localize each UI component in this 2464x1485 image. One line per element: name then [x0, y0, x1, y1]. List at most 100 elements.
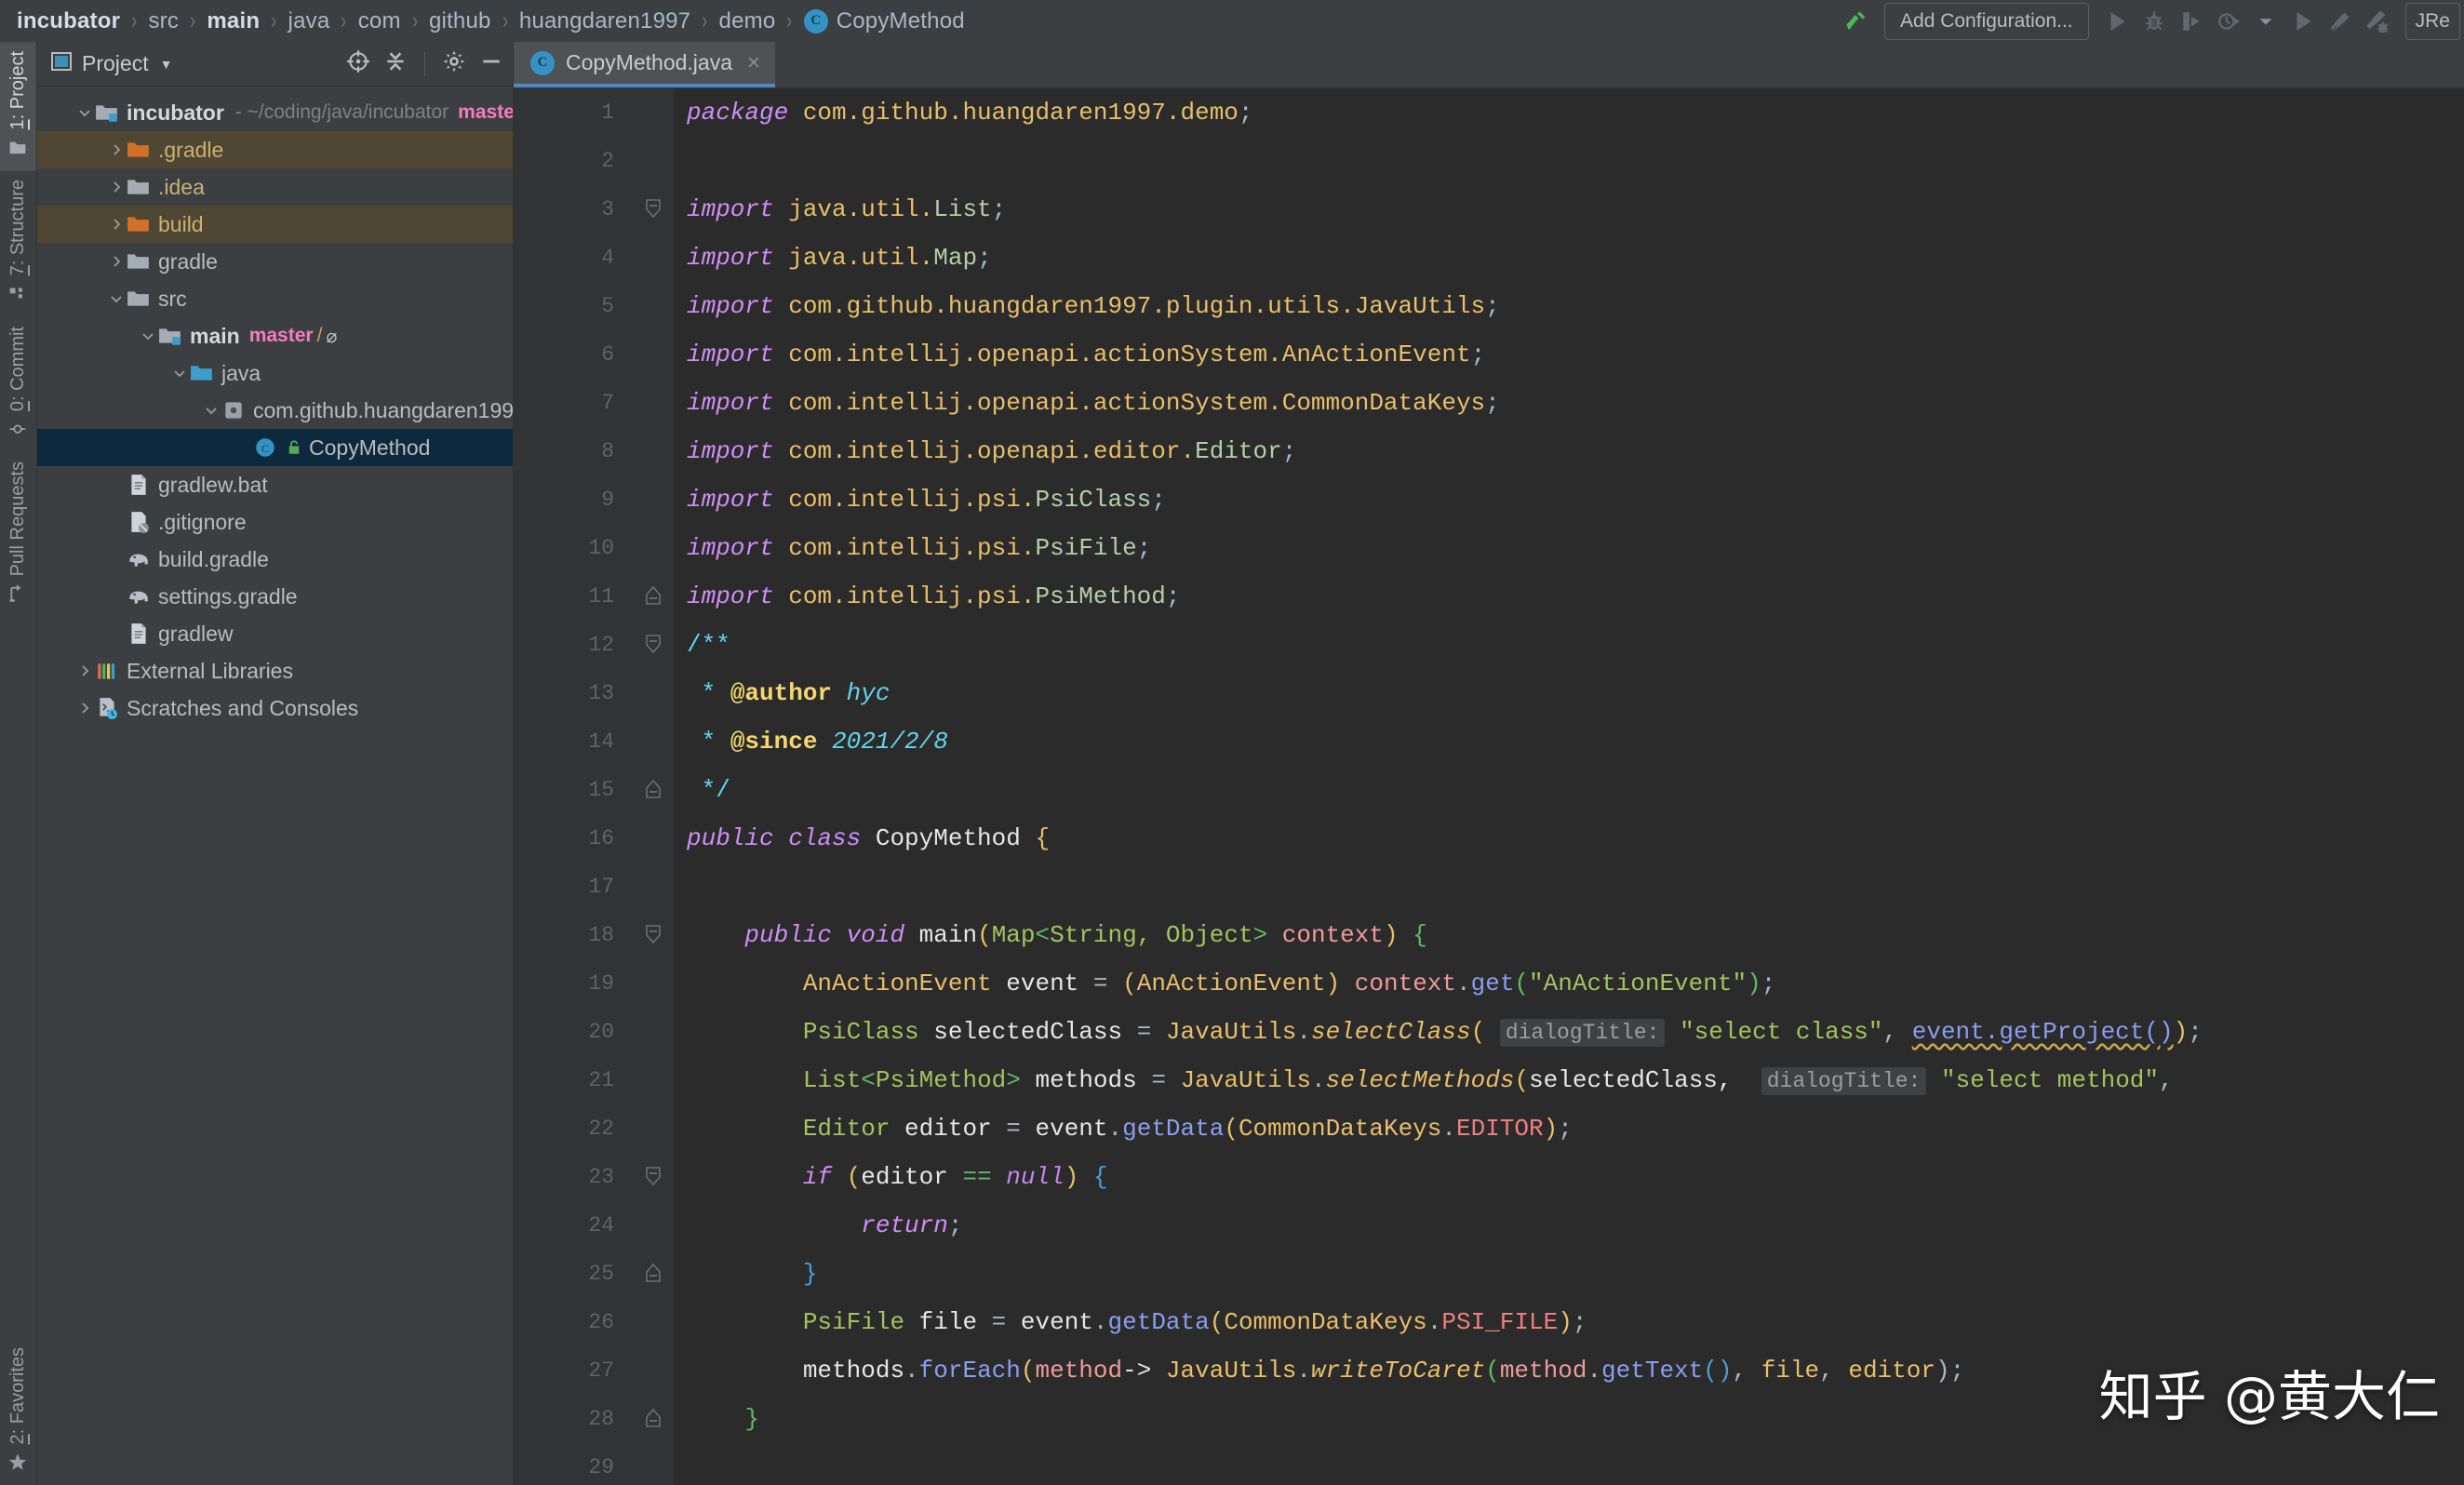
- tree-node-build[interactable]: build: [37, 206, 513, 243]
- code-line[interactable]: PsiFile file = event.getData(CommonDataK…: [687, 1298, 2464, 1346]
- tree-node-incubator[interactable]: incubator - ~/coding/java/incubator master…: [37, 94, 513, 131]
- line-number[interactable]: 29: [514, 1443, 635, 1485]
- line-number-gutter[interactable]: 1 2 3 4 5 6 7 8 9 10 11 12 13 14 15 16 17 18 19 20 21 22 23 24 2…: [514, 88, 635, 1485]
- code-line[interactable]: return;: [687, 1201, 2464, 1250]
- line-number[interactable]: 28: [514, 1395, 635, 1443]
- fold-expanded-icon[interactable]: [642, 633, 666, 657]
- jre-selector-button[interactable]: JRe: [2404, 2, 2460, 40]
- chevron-right-icon[interactable]: [106, 177, 127, 197]
- code-line[interactable]: import java.util.List;: [687, 185, 2464, 234]
- code-line[interactable]: [687, 863, 2464, 911]
- code-line[interactable]: import com.intellij.openapi.actionSystem…: [687, 330, 2464, 379]
- code-line[interactable]: }: [687, 1250, 2464, 1298]
- tree-node--gradle[interactable]: .gradle: [37, 131, 513, 168]
- build-project-icon[interactable]: [2322, 3, 2359, 40]
- line-number[interactable]: 10: [514, 524, 635, 572]
- code-line[interactable]: methods.forEach(method-> JavaUtils.write…: [687, 1346, 2464, 1395]
- tree-node-settings-gradle[interactable]: settings.gradle: [37, 578, 513, 615]
- fold-end-icon[interactable]: [642, 1262, 666, 1286]
- fold-expanded-icon[interactable]: [642, 197, 666, 221]
- line-number[interactable]: 2: [514, 137, 635, 185]
- tree-node-external-libraries[interactable]: External Libraries: [37, 652, 513, 689]
- breadcrumb-item-src[interactable]: src: [148, 8, 179, 34]
- sidebar-item-project[interactable]: 1: Project: [0, 42, 36, 171]
- line-number[interactable]: 15: [514, 766, 635, 814]
- line-number[interactable]: 7: [514, 379, 635, 427]
- code-line[interactable]: import com.intellij.openapi.editor.Edito…: [687, 427, 2464, 475]
- tree-node-build-gradle[interactable]: build.gradle: [37, 541, 513, 578]
- code-line[interactable]: [687, 137, 2464, 185]
- tree-node-scratches-and-consoles[interactable]: Scratches and Consoles: [37, 689, 513, 727]
- code-line[interactable]: List<PsiMethod> methods = JavaUtils.sele…: [687, 1056, 2464, 1104]
- chevron-down-icon[interactable]: [169, 363, 190, 383]
- breadcrumb-item-copymethod[interactable]: CopyMethod: [837, 8, 965, 34]
- debug-icon[interactable]: [2136, 3, 2173, 40]
- chevron-right-icon[interactable]: [106, 251, 127, 272]
- breadcrumb-item-demo[interactable]: demo: [719, 8, 776, 34]
- chevron-down-icon[interactable]: [2247, 3, 2284, 40]
- code-line[interactable]: PsiClass selectedClass = JavaUtils.selec…: [687, 1008, 2464, 1056]
- code-line[interactable]: import com.intellij.psi.PsiFile;: [687, 524, 2464, 572]
- tree-node-copymethod[interactable]: C CopyMethod: [37, 429, 513, 466]
- breadcrumb-item-java[interactable]: java: [288, 8, 330, 34]
- line-number[interactable]: 8: [514, 427, 635, 475]
- code-line[interactable]: }: [687, 1395, 2464, 1443]
- code-folding-column[interactable]: [635, 88, 674, 1485]
- tree-node-gradlew-bat[interactable]: gradlew.bat: [37, 466, 513, 503]
- line-number[interactable]: 13: [514, 669, 635, 717]
- tree-node-src[interactable]: src: [37, 280, 513, 317]
- code-line[interactable]: [687, 1443, 2464, 1485]
- fold-end-icon[interactable]: [642, 584, 666, 609]
- settings-gear-icon[interactable]: [442, 49, 466, 78]
- collapse-all-icon[interactable]: [383, 49, 408, 78]
- code-text[interactable]: package com.github.huangdaren1997.demo; i…: [674, 88, 2464, 1485]
- line-number[interactable]: 22: [514, 1104, 635, 1153]
- run-with-coverage-icon[interactable]: [2173, 3, 2210, 40]
- breadcrumb-item-github[interactable]: github: [429, 8, 491, 34]
- sidebar-item-structure[interactable]: 7: Structure: [0, 170, 36, 316]
- chevron-down-icon[interactable]: [138, 326, 158, 346]
- code-line[interactable]: import java.util.Map;: [687, 234, 2464, 282]
- fold-expanded-icon[interactable]: [642, 923, 666, 947]
- line-number[interactable]: 5: [514, 282, 635, 330]
- line-number[interactable]: 9: [514, 475, 635, 524]
- line-number[interactable]: 24: [514, 1201, 635, 1250]
- line-number[interactable]: 19: [514, 959, 635, 1008]
- line-number[interactable]: 11: [514, 572, 635, 621]
- code-line[interactable]: package com.github.huangdaren1997.demo;: [687, 88, 2464, 137]
- breadcrumb-item-incubator[interactable]: incubator: [17, 8, 120, 34]
- close-icon[interactable]: ×: [747, 50, 760, 76]
- line-number[interactable]: 3: [514, 185, 635, 234]
- line-number[interactable]: 26: [514, 1298, 635, 1346]
- breadcrumb-item-huangdaren1997[interactable]: huangdaren1997: [519, 8, 690, 34]
- line-number[interactable]: 27: [514, 1346, 635, 1395]
- build-hammer-icon[interactable]: [1838, 3, 1875, 40]
- editor-tab-copymethod[interactable]: C CopyMethod.java ×: [514, 42, 776, 87]
- debug-plugin-icon[interactable]: [2359, 3, 2396, 40]
- run-icon[interactable]: [2098, 3, 2136, 40]
- hide-icon[interactable]: [479, 49, 503, 78]
- code-line[interactable]: import com.intellij.psi.PsiClass;: [687, 475, 2464, 524]
- code-line[interactable]: import com.github.huangdaren1997.plugin.…: [687, 282, 2464, 330]
- code-line[interactable]: import com.intellij.openapi.actionSystem…: [687, 379, 2464, 427]
- chevron-right-icon[interactable]: [74, 661, 95, 681]
- run-plugin-icon[interactable]: [2284, 3, 2322, 40]
- chevron-right-icon[interactable]: [74, 698, 95, 718]
- code-line[interactable]: AnActionEvent event = (AnActionEvent) co…: [687, 959, 2464, 1008]
- code-line[interactable]: public void main(Map<String, Object> con…: [687, 911, 2464, 959]
- chevron-down-icon[interactable]: [201, 400, 221, 421]
- fold-end-icon[interactable]: [642, 1407, 666, 1431]
- tree-node-com-github-huangdaren1997-demo[interactable]: com.github.huangdaren1997.demo: [37, 392, 513, 429]
- line-number[interactable]: 6: [514, 330, 635, 379]
- line-number[interactable]: 21: [514, 1056, 635, 1104]
- sidebar-item-pull-requests[interactable]: Pull Requests: [0, 452, 36, 617]
- project-tree[interactable]: incubator - ~/coding/java/incubator master…: [37, 87, 513, 1485]
- tree-node-main[interactable]: main master / ⌀: [37, 317, 513, 355]
- fold-end-icon[interactable]: [642, 778, 666, 802]
- breadcrumb-item-com[interactable]: com: [358, 8, 401, 34]
- line-number[interactable]: 14: [514, 717, 635, 766]
- line-number[interactable]: 4: [514, 234, 635, 282]
- fold-expanded-icon[interactable]: [642, 1165, 666, 1189]
- chevron-right-icon[interactable]: [106, 214, 127, 234]
- tree-node--gitignore[interactable]: .gitignore: [37, 503, 513, 541]
